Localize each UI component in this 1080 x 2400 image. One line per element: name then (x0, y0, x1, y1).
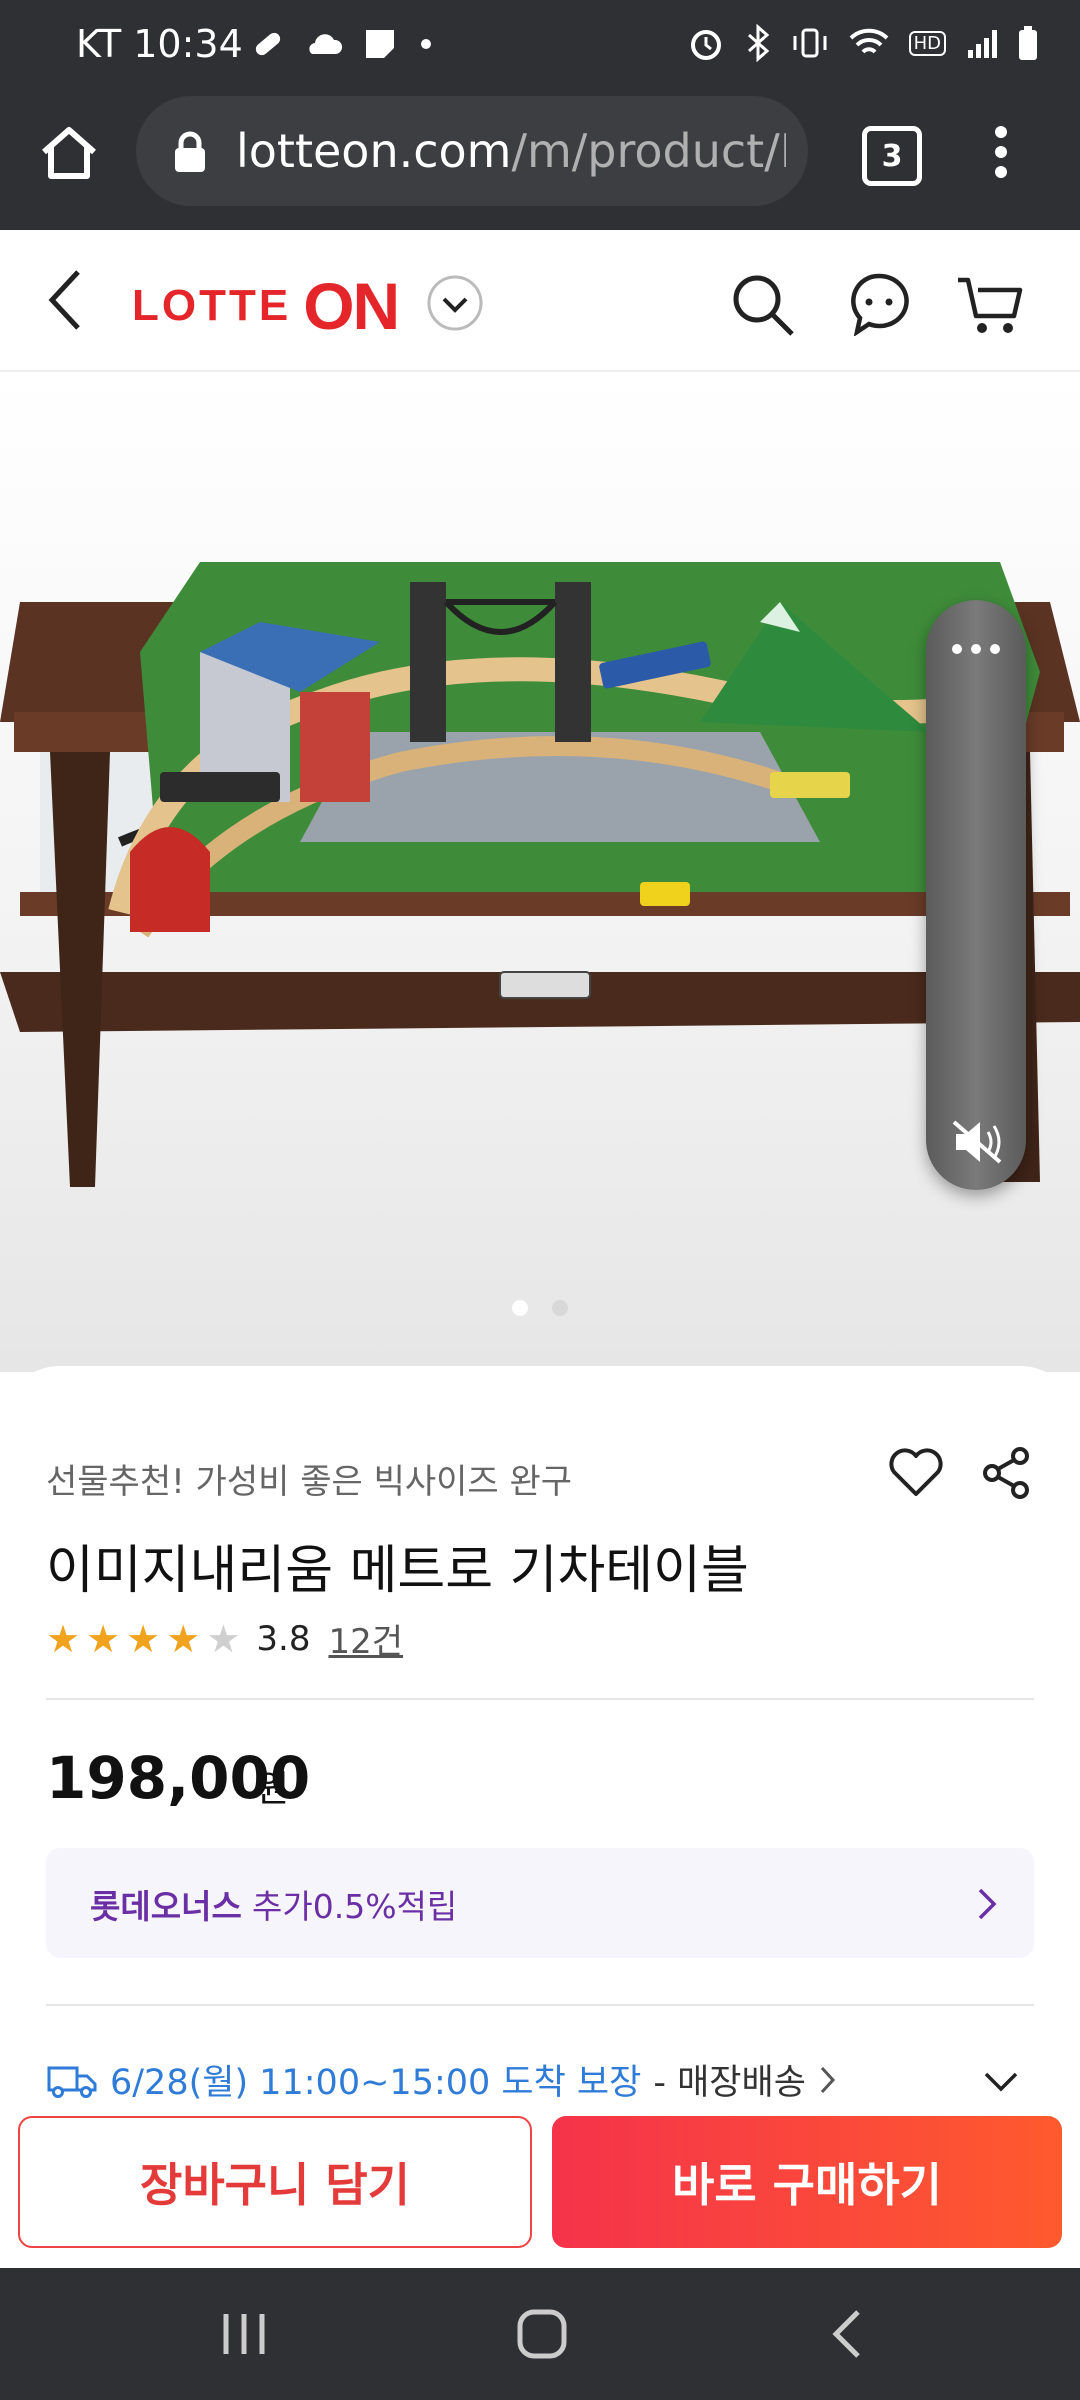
star-filled-icon: ★ (166, 1616, 201, 1661)
tab-count: 3 (881, 138, 903, 174)
star-filled-icon: ★ (86, 1616, 121, 1661)
status-time: KT 10:34 (76, 22, 243, 66)
product-title: 이미지내리움 메트로 기차테이블 (46, 1541, 749, 1601)
star-filled-icon: ★ (46, 1616, 81, 1661)
delivery-date: 6/28(월) 11:00~15:00 도착 보장 (110, 2063, 642, 2103)
panel-more-icon[interactable] (948, 636, 1004, 662)
wifi-icon (849, 28, 888, 54)
bonus-brand: 롯데오너스 (90, 1887, 242, 1926)
floating-media-panel[interactable] (926, 600, 1026, 1190)
recent-apps-icon[interactable] (218, 2308, 270, 2360)
url-text[interactable]: lotteon.com/m/product/LM (236, 124, 786, 178)
heart-icon[interactable] (888, 1446, 944, 1498)
vibrate-icon (793, 28, 827, 58)
status-icons-left (250, 26, 436, 62)
price-unit: 원 (256, 1769, 290, 1810)
chat-icon[interactable] (848, 272, 910, 336)
alarm-icon (690, 30, 721, 60)
buy-now-button[interactable]: 바로 구매하기 (552, 2116, 1062, 2248)
promo-text: 선물추천! 가성비 좋은 빅사이즈 완구 (46, 1462, 573, 1502)
signal-icon (968, 30, 997, 58)
search-icon[interactable] (730, 272, 796, 338)
chevron-right-icon (978, 1888, 997, 1920)
back-arrow-icon[interactable] (44, 268, 84, 332)
mute-icon[interactable] (950, 1118, 1004, 1166)
logo-on: ON (303, 269, 400, 343)
home-icon[interactable] (38, 124, 100, 180)
image-pager-dot[interactable] (552, 1300, 568, 1316)
cloud-icon (309, 34, 343, 54)
chevron-down-icon[interactable] (982, 2070, 1020, 2094)
cart-icon[interactable] (954, 274, 1024, 338)
delivery-type: - 매장배송 (653, 2063, 806, 2103)
url-path: /m/product/LM (511, 124, 786, 178)
back-button-icon[interactable] (826, 2306, 866, 2362)
delivery-truck-icon (47, 2066, 97, 2098)
divider (46, 1698, 1034, 1700)
rating-value: 3.8 (256, 1618, 311, 1659)
url-domain: lotteon.com (236, 124, 512, 178)
dot-icon (421, 39, 431, 49)
pill-icon (255, 32, 281, 56)
home-button-icon[interactable] (514, 2306, 570, 2362)
hd-badge: HD (908, 30, 946, 56)
review-count-link[interactable]: 12건 (328, 1614, 403, 1663)
star-empty-icon: ★ (206, 1616, 241, 1661)
image-pager-dot-active[interactable] (512, 1300, 528, 1316)
bonus-description: 추가0.5%적립 (252, 1887, 458, 1926)
note-icon (366, 30, 394, 58)
star-filled-icon: ★ (126, 1616, 161, 1661)
delivery-info-row[interactable]: 6/28(월) 11:00~15:00 도착 보장 - 매장배송 (46, 2054, 838, 2105)
status-icons-right: HD (687, 24, 1040, 62)
tab-switcher-button[interactable]: 3 (862, 126, 922, 186)
share-icon[interactable] (980, 1446, 1034, 1500)
divider (46, 2004, 1034, 2006)
bluetooth-icon (747, 24, 769, 62)
logo-lotte: LOTTE (132, 281, 292, 330)
chevron-right-icon (820, 2066, 835, 2093)
train-table-photo (0, 562, 1080, 1187)
add-to-cart-button[interactable]: 장바구니 담기 (18, 2116, 532, 2248)
chevron-down-circle-icon[interactable] (426, 274, 484, 332)
product-image[interactable] (0, 372, 1080, 1372)
rating-row: ★ ★ ★ ★ ★ 3.8 12건 (46, 1614, 403, 1663)
lock-icon (175, 131, 205, 172)
lotte-on-logo[interactable]: LOTTE ON (132, 268, 400, 344)
battery-icon (1019, 26, 1037, 60)
more-menu-icon[interactable] (986, 124, 1016, 180)
